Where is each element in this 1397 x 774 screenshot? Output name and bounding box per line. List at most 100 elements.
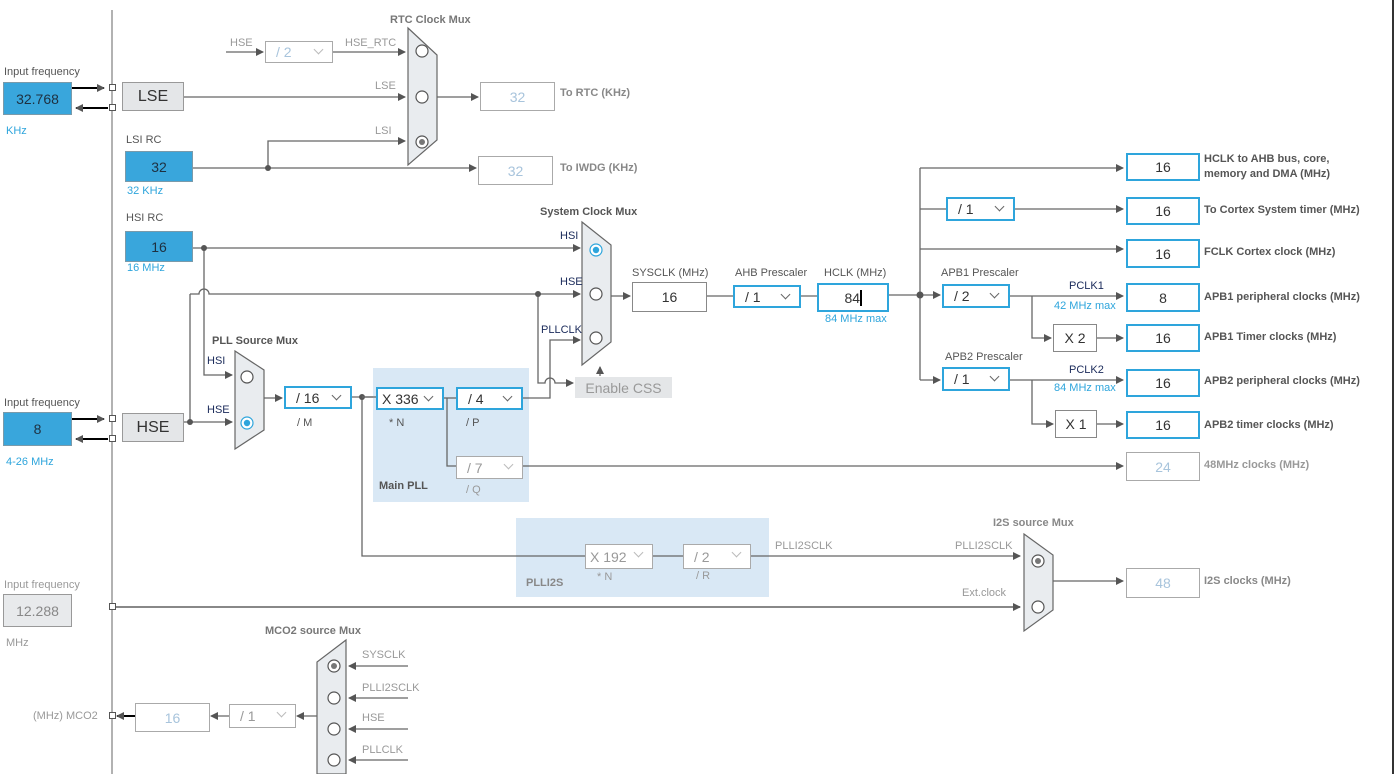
sysclk-label: SYSCLK (MHz) xyxy=(632,267,709,279)
mco2-pllclk-radio[interactable] xyxy=(328,754,341,767)
apb1-timer-output: 16 xyxy=(1126,324,1200,352)
mco2-pllclk-label: PLLCLK xyxy=(362,744,403,756)
lse-pin-in xyxy=(109,84,116,91)
cortex-timer-output: 16 xyxy=(1126,197,1200,225)
apb1-peripheral-output: 8 xyxy=(1126,283,1200,312)
mco2-sysclk-label: SYSCLK xyxy=(362,649,406,661)
mco2-label: (MHz) MCO2 xyxy=(33,710,98,722)
mco2-divider-select[interactable]: / 1 xyxy=(229,704,296,728)
apb1-timer-output-label: APB1 Timer clocks (MHz) xyxy=(1204,331,1337,343)
chevron-down-icon xyxy=(503,459,514,470)
hsi-value: 16 xyxy=(125,231,193,262)
hclk-input[interactable]: 84 xyxy=(817,283,889,312)
pll-source-mux-title: PLL Source Mux xyxy=(212,335,298,347)
mco2-hse-radio[interactable] xyxy=(328,723,341,736)
hclk-ahb-label-line2: memory and DMA (MHz) xyxy=(1204,168,1331,180)
plli2s-n-value: X 192 xyxy=(590,548,627,565)
pllmux-hsi-radio[interactable] xyxy=(241,371,254,384)
lsi-value: 32 xyxy=(125,151,193,182)
hclk-ahb-label-line1: HCLK to AHB bus, core, xyxy=(1204,153,1330,165)
enable-css-button[interactable]: Enable CSS xyxy=(575,377,672,398)
pll-m-value: / 16 xyxy=(296,389,320,406)
48mhz-output: 24 xyxy=(1126,452,1200,481)
apb1-peripheral-output-label: APB1 peripheral clocks (MHz) xyxy=(1204,291,1360,303)
i2s-mux-plli2sclk-radio[interactable] xyxy=(1032,555,1045,568)
lsi-unit: 32 KHz xyxy=(127,185,164,197)
hse-pin-in xyxy=(109,415,116,422)
rtc-lsi-label: LSI xyxy=(375,125,392,137)
i2s-mux-plli2sclk-label: PLLI2SCLK xyxy=(955,540,1013,552)
hclk-max: 84 MHz max xyxy=(825,313,887,325)
hse-source: HSE xyxy=(122,413,184,442)
pllmux-hsi-label: HSI xyxy=(207,355,226,367)
ext-input-label: Input frequency xyxy=(4,579,80,591)
system-clock-mux-title: System Clock Mux xyxy=(540,206,638,218)
pll-p-label: / P xyxy=(466,417,480,429)
sysmux-hsi-radio[interactable] xyxy=(590,244,603,257)
i2s-mux-ext-radio[interactable] xyxy=(1032,601,1045,614)
apb1-prescaler-select[interactable]: / 2 xyxy=(942,284,1010,308)
chevron-down-icon xyxy=(989,288,1000,299)
hse-rtc-divider-value: / 2 xyxy=(276,44,292,60)
text-cursor xyxy=(860,289,862,306)
plli2s-n-multiplier-select[interactable]: X 192 xyxy=(585,544,653,569)
fclk-output: 16 xyxy=(1126,239,1200,268)
plli2sclk-out-label: PLLI2SCLK xyxy=(775,540,833,552)
hse-unit: 4-26 MHz xyxy=(6,456,54,468)
fclk-output-label: FCLK Cortex clock (MHz) xyxy=(1204,246,1336,258)
pllmux-hse-label: HSE xyxy=(207,404,230,416)
mco2-divider-value: / 1 xyxy=(240,708,256,724)
cortex-timer-output-label: To Cortex System timer (MHz) xyxy=(1204,204,1360,216)
plli2s-r-value: / 2 xyxy=(694,548,710,565)
pll-q-value: / 7 xyxy=(467,459,483,476)
lse-frequency-input[interactable]: 32.768 xyxy=(3,82,72,115)
mco2-sysclk-radio[interactable] xyxy=(328,660,341,673)
pllmux-hse-radio[interactable] xyxy=(241,417,254,430)
rtc-hse-label: HSE xyxy=(230,37,253,49)
chevron-down-icon xyxy=(780,289,791,300)
chevron-down-icon xyxy=(731,547,742,558)
chevron-down-icon xyxy=(633,547,644,558)
pll-n-multiplier-select[interactable]: X 336 xyxy=(376,387,444,410)
pll-q-label: / Q xyxy=(466,484,481,496)
rtc-output-label: To RTC (KHz) xyxy=(560,87,631,99)
chevron-down-icon xyxy=(331,390,342,401)
i2s-output: 48 xyxy=(1126,568,1200,598)
pclk1-max: 42 MHz max xyxy=(1054,300,1116,312)
pll-n-label: * N xyxy=(389,417,405,429)
hse-rtc-divider-select[interactable]: / 2 xyxy=(265,41,333,63)
ahb-prescaler-select[interactable]: / 1 xyxy=(733,285,801,308)
sysmux-hse-radio[interactable] xyxy=(590,288,603,301)
ext-frequency-input[interactable]: 12.288 xyxy=(3,594,72,627)
iwdg-output-label: To IWDG (KHz) xyxy=(560,162,638,174)
cortex-timer-divider-value: / 1 xyxy=(958,201,974,217)
pll-q-divider-select[interactable]: / 7 xyxy=(456,456,523,479)
pll-m-divider-select[interactable]: / 16 xyxy=(284,386,352,409)
sysmux-hse-label: HSE xyxy=(560,276,583,288)
hse-pin-out xyxy=(109,435,116,442)
apb1-prescaler-value: / 2 xyxy=(954,288,970,304)
plli2s-r-divider-select[interactable]: / 2 xyxy=(683,544,751,569)
sysmux-pllclk-radio[interactable] xyxy=(590,332,603,345)
sysclk-value: 16 xyxy=(632,282,707,312)
cortex-timer-divider-select[interactable]: / 1 xyxy=(946,197,1015,221)
lse-input-label: Input frequency xyxy=(4,66,80,78)
pll-n-value: X 336 xyxy=(382,390,419,407)
ext-unit: MHz xyxy=(6,637,29,649)
apb2-timer-multiplier: X 1 xyxy=(1055,410,1097,438)
chevron-down-icon xyxy=(423,391,434,402)
apb2-prescaler-select[interactable]: / 1 xyxy=(942,367,1010,391)
hse-rtc-label: HSE_RTC xyxy=(345,37,397,49)
hse-input-label: Input frequency xyxy=(4,397,80,409)
hsi-unit: 16 MHz xyxy=(127,262,165,274)
hse-frequency-input[interactable]: 8 xyxy=(3,412,72,446)
ext-pin xyxy=(109,603,116,610)
lse-unit: KHz xyxy=(6,125,27,137)
mco2-output-value: 16 xyxy=(135,703,210,732)
rtc-lse-label: LSE xyxy=(375,80,396,92)
pll-p-divider-select[interactable]: / 4 xyxy=(456,387,523,410)
hclk-input-value: 84 xyxy=(844,289,861,306)
chevron-down-icon xyxy=(276,707,287,718)
main-pll-title: Main PLL xyxy=(379,480,428,492)
mco2-plli2sclk-radio[interactable] xyxy=(328,692,341,705)
